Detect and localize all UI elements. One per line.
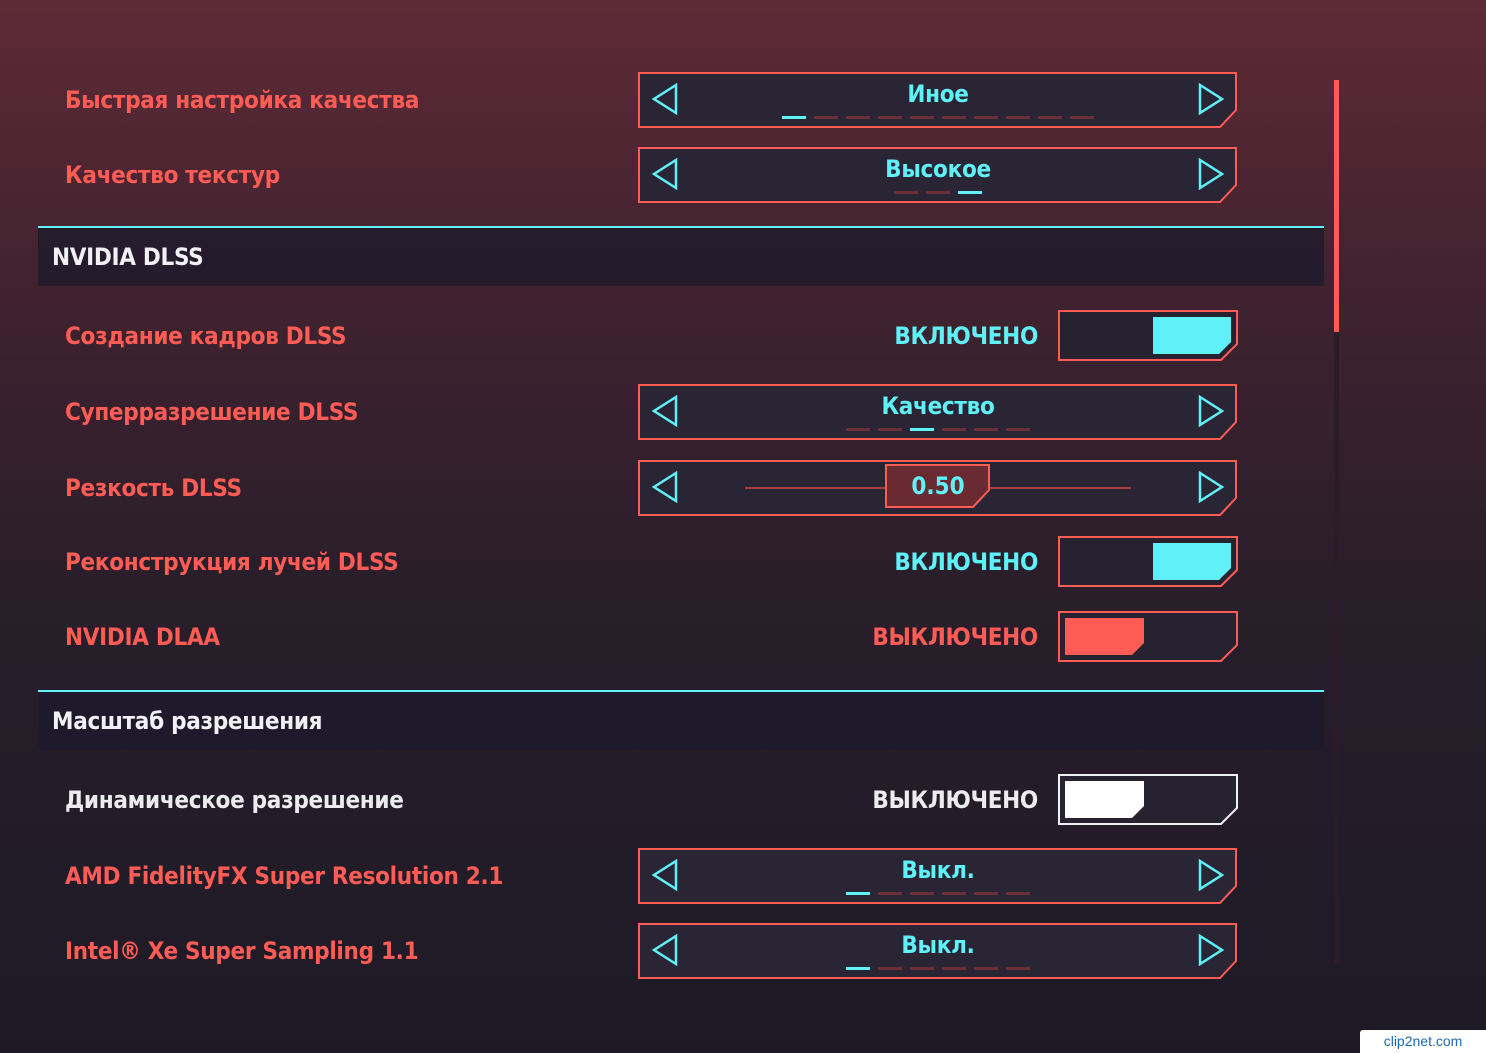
setting-label: Резкость DLSS (65, 474, 242, 502)
indicator-dash (846, 892, 870, 895)
indicator-dash (846, 428, 870, 431)
arrow-left-icon[interactable] (650, 394, 682, 428)
indicator-dash (974, 892, 998, 895)
setting-row-ray-reconstruction: Реконструкция лучей DLSS ВКЛЮЧЕНО (0, 532, 1330, 592)
indicator-dash (878, 116, 902, 119)
indicator-dash (1006, 428, 1030, 431)
setting-row-quick-preset: Быстрая настройка качества Иное (0, 70, 1330, 130)
arrow-right-icon[interactable] (1194, 394, 1226, 428)
value-indicator (638, 428, 1238, 431)
arrow-right-icon[interactable] (1194, 82, 1226, 116)
setting-label: Качество текстур (65, 161, 280, 189)
setting-row-sharpness: Резкость DLSS 0.50 (0, 458, 1330, 518)
slider-value: 0.50 (911, 472, 965, 500)
indicator-dash (910, 892, 934, 895)
selector-value: Выкл. (901, 856, 975, 884)
arrow-left-icon[interactable] (650, 470, 682, 504)
indicator-dash (878, 428, 902, 431)
setting-label: Реконструкция лучей DLSS (65, 548, 399, 576)
setting-label: Быстрая настройка качества (65, 86, 420, 114)
indicator-dash (958, 191, 982, 194)
indicator-dash (942, 428, 966, 431)
setting-row-super-resolution: Суперразрешение DLSS Качество (0, 382, 1330, 442)
indicator-dash (926, 191, 950, 194)
setting-label: Динамическое разрешение (65, 786, 404, 814)
setting-label: Суперразрешение DLSS (65, 398, 359, 426)
indicator-dash (894, 191, 918, 194)
arrow-right-icon[interactable] (1194, 933, 1226, 967)
fsr-selector[interactable]: Выкл. (638, 848, 1238, 904)
indicator-dash (910, 428, 934, 431)
frame-generation-toggle[interactable] (1058, 310, 1240, 362)
setting-label: AMD FidelityFX Super Resolution 2.1 (65, 862, 504, 890)
watermark: clip2net.com (1360, 1030, 1486, 1053)
slider-handle[interactable]: 0.50 (885, 464, 991, 508)
indicator-dash (814, 116, 838, 119)
quick-preset-selector[interactable]: Иное (638, 72, 1238, 128)
texture-quality-selector[interactable]: Высокое (638, 147, 1238, 203)
value-indicator (638, 191, 1238, 194)
indicator-dash (910, 967, 934, 970)
arrow-left-icon[interactable] (650, 82, 682, 116)
value-indicator (638, 116, 1238, 119)
arrow-left-icon[interactable] (650, 858, 682, 892)
sharpness-slider[interactable]: 0.50 (638, 460, 1238, 516)
xess-selector[interactable]: Выкл. (638, 923, 1238, 979)
indicator-dash (878, 892, 902, 895)
indicator-dash (1038, 116, 1062, 119)
setting-row-dynamic-resolution: Динамическое разрешение ВЫКЛЮЧЕНО (0, 770, 1330, 830)
indicator-dash (878, 967, 902, 970)
arrow-left-icon[interactable] (650, 933, 682, 967)
indicator-dash (1006, 892, 1030, 895)
selector-value: Иное (907, 80, 969, 108)
setting-row-xess: Intel® Xe Super Sampling 1.1 Выкл. (0, 921, 1330, 981)
toggle-state-text: ВЫКЛЮЧЕНО (872, 786, 1038, 814)
selector-value: Выкл. (901, 931, 975, 959)
super-resolution-selector[interactable]: Качество (638, 384, 1238, 440)
indicator-dash (846, 116, 870, 119)
scrollbar-thumb[interactable] (1334, 80, 1339, 332)
dynamic-resolution-toggle[interactable] (1058, 774, 1240, 826)
indicator-dash (974, 428, 998, 431)
indicator-dash (1006, 967, 1030, 970)
selector-value: Высокое (885, 155, 991, 183)
indicator-dash (974, 116, 998, 119)
arrow-right-icon[interactable] (1194, 157, 1226, 191)
ray-reconstruction-toggle[interactable] (1058, 536, 1240, 588)
indicator-dash (974, 967, 998, 970)
indicator-dash (846, 967, 870, 970)
setting-label: NVIDIA DLAA (65, 623, 220, 651)
setting-row-texture-quality: Качество текстур Высокое (0, 145, 1330, 205)
arrow-right-icon[interactable] (1194, 858, 1226, 892)
setting-row-dlaa: NVIDIA DLAA ВЫКЛЮЧЕНО (0, 607, 1330, 667)
setting-label: Intel® Xe Super Sampling 1.1 (65, 937, 419, 965)
dlaa-toggle[interactable] (1058, 611, 1240, 663)
section-header-dlss: NVIDIA DLSS (38, 226, 1324, 286)
toggle-state-text: ВКЛЮЧЕНО (894, 548, 1038, 576)
toggle-state-text: ВКЛЮЧЕНО (894, 322, 1038, 350)
setting-label: Создание кадров DLSS (65, 322, 347, 350)
indicator-dash (1070, 116, 1094, 119)
arrow-left-icon[interactable] (650, 157, 682, 191)
section-title: Масштаб разрешения (52, 707, 323, 735)
selector-value: Качество (881, 392, 995, 420)
setting-row-fsr: AMD FidelityFX Super Resolution 2.1 Выкл… (0, 846, 1330, 906)
indicator-dash (942, 116, 966, 119)
arrow-right-icon[interactable] (1194, 470, 1226, 504)
section-title: NVIDIA DLSS (52, 243, 204, 271)
indicator-dash (942, 892, 966, 895)
indicator-dash (910, 116, 934, 119)
section-header-resolution-scale: Масштаб разрешения (38, 690, 1324, 750)
toggle-state-text: ВЫКЛЮЧЕНО (872, 623, 1038, 651)
indicator-dash (942, 967, 966, 970)
value-indicator (638, 892, 1238, 895)
setting-row-frame-generation: Создание кадров DLSS ВКЛЮЧЕНО (0, 306, 1330, 366)
indicator-dash (782, 116, 806, 119)
value-indicator (638, 967, 1238, 970)
indicator-dash (1006, 116, 1030, 119)
